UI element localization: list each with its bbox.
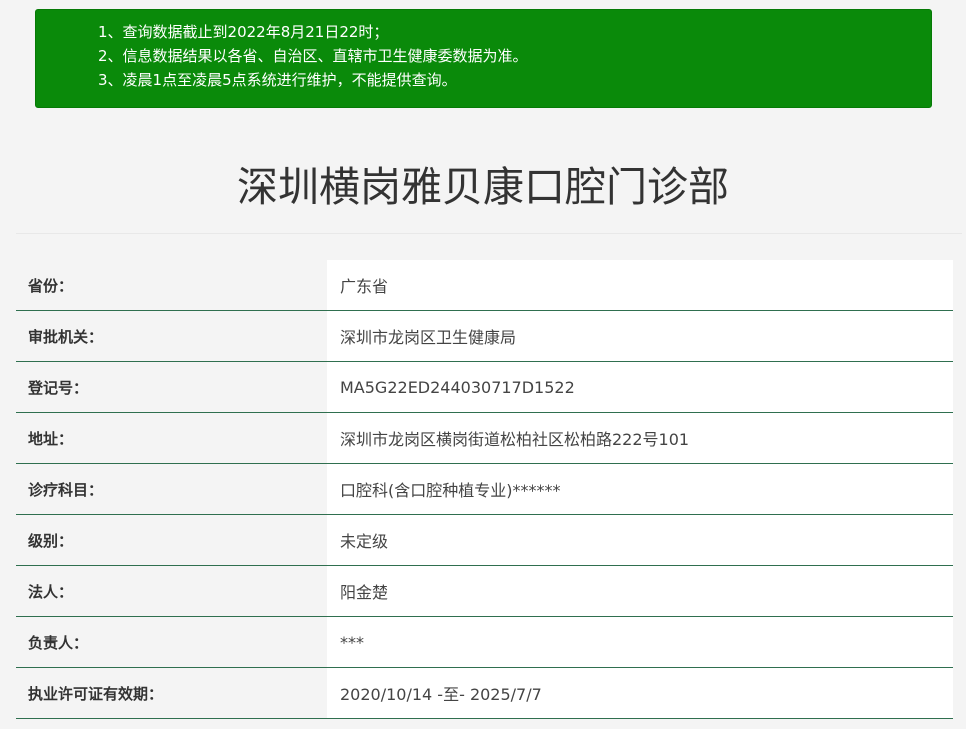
- row-value: 2020/10/14 -至- 2025/7/7: [327, 668, 953, 718]
- row-label: 省份：: [16, 260, 327, 310]
- row-label: 审批机关：: [16, 311, 327, 361]
- row-value: ***: [327, 617, 953, 667]
- table-row: 执业许可证有效期： 2020/10/14 -至- 2025/7/7: [16, 668, 953, 719]
- notice-line: 2、信息数据结果以各省、自治区、直辖市卫生健康委数据为准。: [98, 47, 528, 65]
- row-label: 法人：: [16, 566, 327, 616]
- table-row: 负责人： ***: [16, 617, 953, 668]
- row-label: 地址：: [16, 413, 327, 463]
- table-row: 诊疗科目： 口腔科(含口腔种植专业)******: [16, 464, 953, 515]
- table-row: 省份： 广东省: [16, 260, 953, 311]
- table-row: 登记号： MA5G22ED244030717D1522: [16, 362, 953, 413]
- row-value: 阳金楚: [327, 566, 953, 616]
- row-label: 登记号：: [16, 362, 327, 412]
- row-value: 口腔科(含口腔种植专业)******: [327, 464, 953, 514]
- table-row: 地址： 深圳市龙岗区横岗街道松柏社区松柏路222号101: [16, 413, 953, 464]
- row-value: 深圳市龙岗区横岗街道松柏社区松柏路222号101: [327, 413, 953, 463]
- divider: [16, 233, 962, 234]
- row-value: 未定级: [327, 515, 953, 565]
- notice-line: 3、凌晨1点至凌晨5点系统进行维护，不能提供查询。: [98, 71, 457, 89]
- page-title: 深圳横岗雅贝康口腔门诊部: [237, 163, 729, 211]
- row-value: MA5G22ED244030717D1522: [327, 362, 953, 412]
- row-label: 级别：: [16, 515, 327, 565]
- row-value: 广东省: [327, 260, 953, 310]
- table-row: 法人： 阳金楚: [16, 566, 953, 617]
- table-row: 审批机关： 深圳市龙岗区卫生健康局: [16, 311, 953, 362]
- notice-line: 1、查询数据截止到2022年8月21日22时；: [98, 23, 389, 41]
- notice-banner: 1、查询数据截止到2022年8月21日22时； 2、信息数据结果以各省、自治区、…: [35, 9, 932, 108]
- row-label: 负责人：: [16, 617, 327, 667]
- row-label: 执业许可证有效期：: [16, 668, 327, 718]
- row-label: 诊疗科目：: [16, 464, 327, 514]
- info-table: 省份： 广东省 审批机关： 深圳市龙岗区卫生健康局 登记号： MA5G22ED2…: [16, 260, 953, 719]
- table-row: 级别： 未定级: [16, 515, 953, 566]
- row-value: 深圳市龙岗区卫生健康局: [327, 311, 953, 361]
